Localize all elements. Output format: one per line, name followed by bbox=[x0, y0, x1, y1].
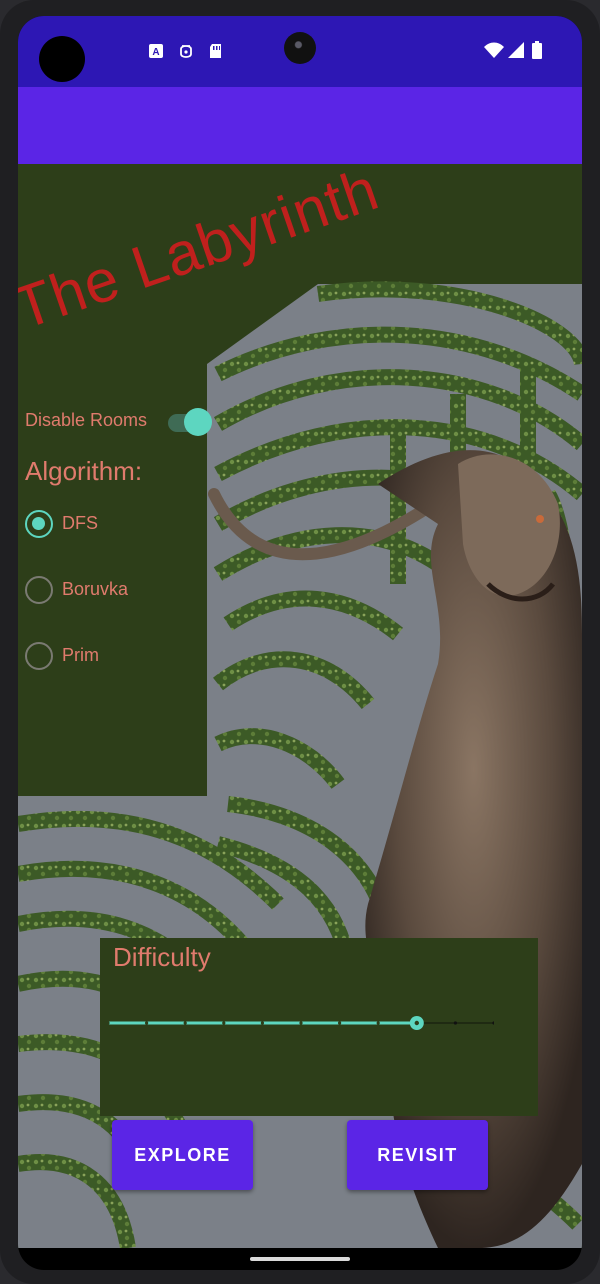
app-bar bbox=[18, 87, 582, 164]
slider-tick bbox=[222, 1021, 226, 1025]
radio-dfs[interactable] bbox=[25, 510, 53, 538]
slider-tick bbox=[183, 1021, 187, 1025]
signal-icon bbox=[508, 42, 524, 58]
slider-tick bbox=[492, 1021, 494, 1025]
sd-card-icon bbox=[210, 44, 221, 58]
radio-label-boruvka[interactable]: Boruvka bbox=[62, 579, 128, 600]
device-frame: A The Labyrinth Disable Rooms Algorithm:… bbox=[0, 0, 600, 1284]
difficulty-label: Difficulty bbox=[113, 942, 211, 972]
radio-label-prim[interactable]: Prim bbox=[62, 645, 99, 666]
difficulty-panel: Difficulty bbox=[100, 938, 538, 1116]
difficulty-slider[interactable] bbox=[108, 1015, 494, 1031]
main-content: The Labyrinth Disable Rooms Algorithm: D… bbox=[18, 164, 582, 1248]
screen: A The Labyrinth Disable Rooms Algorithm:… bbox=[18, 16, 582, 1270]
radio-boruvka[interactable] bbox=[25, 576, 53, 604]
slider-tick bbox=[145, 1021, 149, 1025]
difficulty-slider-thumb-center bbox=[414, 1020, 419, 1026]
front-camera-cutout bbox=[39, 36, 85, 82]
camera-lens bbox=[284, 32, 316, 64]
wifi-icon bbox=[484, 42, 504, 58]
bug-icon bbox=[180, 45, 192, 58]
explore-button[interactable]: EXPLORE bbox=[112, 1120, 253, 1190]
slider-tick bbox=[338, 1021, 342, 1025]
disable-rooms-switch-thumb[interactable] bbox=[184, 408, 212, 436]
a-box-icon: A bbox=[149, 44, 163, 58]
slider-tick bbox=[376, 1021, 380, 1025]
slider-tick bbox=[299, 1021, 303, 1025]
algorithm-heading: Algorithm: bbox=[25, 456, 143, 486]
status-bar: A bbox=[18, 16, 582, 87]
battery-icon bbox=[532, 41, 542, 59]
slider-tick bbox=[260, 1021, 264, 1025]
radio-label-dfs[interactable]: DFS bbox=[62, 513, 98, 534]
svg-text:A: A bbox=[152, 47, 159, 58]
gesture-navigation-handle[interactable] bbox=[250, 1257, 350, 1261]
radio-prim[interactable] bbox=[25, 642, 53, 670]
revisit-button[interactable]: REVISIT bbox=[347, 1120, 488, 1190]
slider-tick bbox=[453, 1021, 457, 1025]
disable-rooms-label: Disable Rooms bbox=[25, 410, 148, 430]
